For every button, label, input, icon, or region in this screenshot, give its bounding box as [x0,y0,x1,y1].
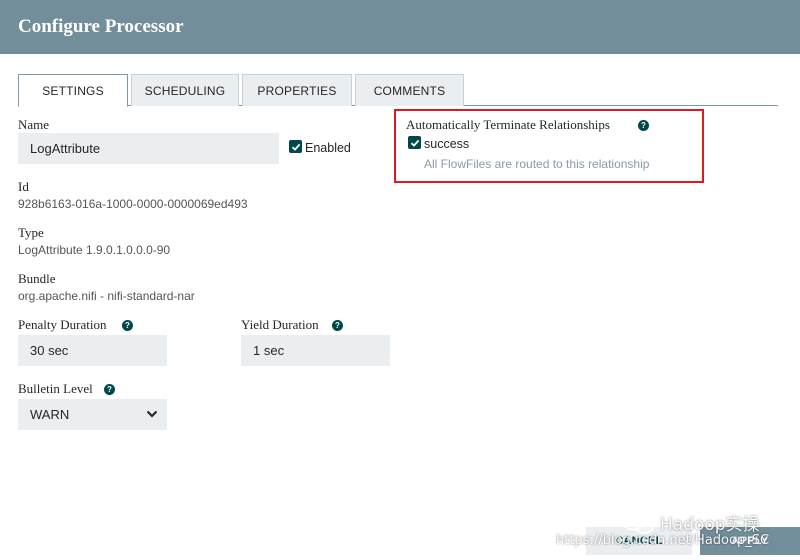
penalty-duration-label: Penalty Duration [18,317,107,332]
question-circle-icon[interactable]: ? [104,384,115,395]
chevron-down-icon [146,410,158,418]
enabled-label: Enabled [305,141,351,155]
watermark-brand: Hadoop实操 [660,515,760,535]
check-icon [291,143,300,151]
name-label: Name [18,117,50,132]
bulletin-level-label: Bulletin Level [18,381,93,396]
type-value: LogAttribute 1.9.0.1.0.0.0-90 [18,243,171,257]
tab-properties[interactable]: PROPERTIES [242,74,352,106]
enabled-checkbox[interactable] [289,140,302,153]
dialog-title: Configure Processor [18,16,184,37]
watermark-url: https://blog.csdn.net/Hadoop_SC [556,533,770,548]
question-circle-icon[interactable]: ? [332,320,343,331]
yield-duration-input[interactable]: 1 sec [241,335,390,366]
bulletin-level-select[interactable]: WARN [18,399,167,430]
dialog-header: Configure Processor [0,0,800,54]
relationship-name: success [424,137,470,151]
question-circle-icon[interactable]: ? [638,120,649,131]
tab-scheduling[interactable]: SCHEDULING [131,74,239,106]
bulletin-level-value: WARN [30,407,70,422]
yield-duration-label: Yield Duration [241,317,319,332]
question-circle-icon[interactable]: ? [122,320,133,331]
bundle-label: Bundle [18,271,56,286]
tab-bar: SETTINGS SCHEDULING PROPERTIES COMMENTS [18,74,778,107]
penalty-duration-input[interactable]: 30 sec [18,335,167,366]
tab-comments[interactable]: COMMENTS [355,74,464,106]
name-input[interactable]: LogAttribute [18,133,279,164]
success-checkbox[interactable] [408,136,421,149]
relationships-title: Automatically Terminate Relationships [406,117,610,132]
id-label: Id [18,179,29,194]
type-label: Type [18,225,44,240]
id-value: 928b6163-016a-1000-0000-0000069ed493 [18,197,248,211]
wechat-icon [621,511,654,534]
bundle-value: org.apache.nifi - nifi-standard-nar [18,289,195,303]
check-icon [410,139,419,147]
tab-settings[interactable]: SETTINGS [18,74,128,107]
relationship-description: All FlowFiles are routed to this relatio… [424,157,650,171]
